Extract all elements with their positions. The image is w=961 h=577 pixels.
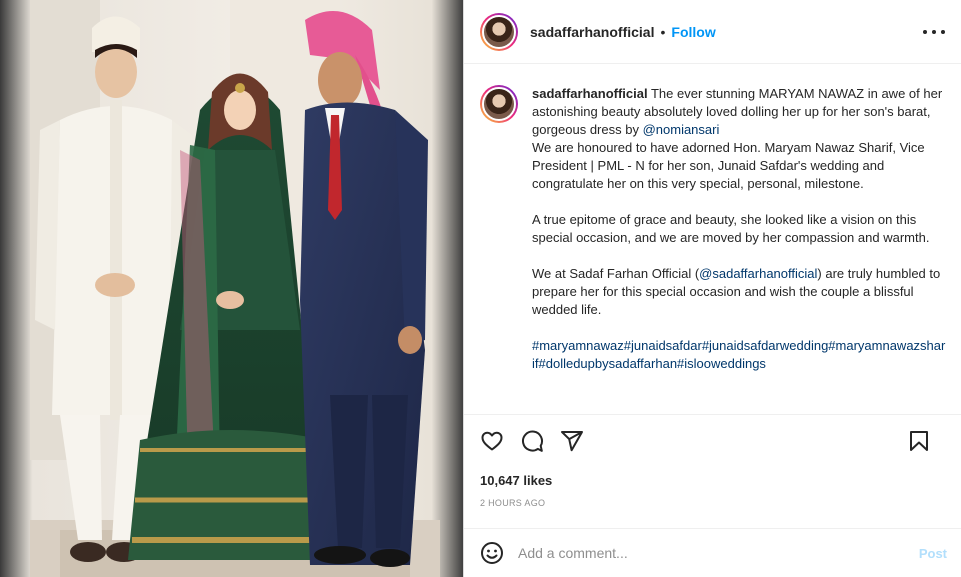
caption-text: sadaffarhanofficial The ever stunning MA… — [532, 85, 947, 373]
caption-username[interactable]: sadaffarhanofficial — [532, 86, 648, 101]
share-icon[interactable] — [560, 429, 584, 453]
comment-input[interactable] — [518, 545, 898, 561]
author-username[interactable]: sadaffarhanofficial — [530, 24, 654, 40]
caption-paragraph-2: A true epitome of grace and beauty, she … — [532, 212, 930, 245]
post-comment-button[interactable]: Post — [919, 546, 947, 561]
post-header: sadaffarhanofficial • Follow — [464, 0, 961, 64]
emoji-icon[interactable] — [480, 541, 504, 565]
caption-avatar[interactable] — [480, 85, 518, 123]
post-timestamp[interactable]: 2 HOURS AGO — [480, 498, 545, 508]
action-bar — [464, 416, 961, 466]
comment-icon[interactable] — [520, 429, 544, 453]
follow-button[interactable]: Follow — [671, 24, 715, 40]
heart-icon[interactable] — [480, 429, 504, 453]
comment-bar: Post — [464, 528, 961, 577]
caption-line2: We are honoured to have adorned Hon. Mar… — [532, 140, 925, 191]
mention-nomiansari-link[interactable]: @nomiansari — [643, 122, 720, 137]
like-count[interactable]: 10,647 likes — [480, 473, 552, 488]
hashtags-links[interactable]: #maryamnawaz#junaidsafdar#junaidsafdarwe… — [532, 337, 947, 373]
header-separator: • — [660, 23, 666, 40]
author-avatar[interactable] — [480, 12, 518, 51]
caption-paragraph-3-start: We at Sadaf Farhan Official ( — [532, 266, 700, 281]
more-options-icon[interactable] — [923, 22, 945, 42]
mention-sadaffarhanofficial-link[interactable]: @sadaffarhanofficial — [699, 266, 817, 281]
bookmark-icon[interactable] — [907, 429, 931, 453]
caption-section[interactable]: sadaffarhanofficial The ever stunning MA… — [464, 65, 961, 415]
post-photo[interactable] — [0, 0, 464, 577]
wedding-photo — [0, 0, 463, 577]
post-side-panel: sadaffarhanofficial • Follow sadaffarhan… — [464, 0, 961, 577]
